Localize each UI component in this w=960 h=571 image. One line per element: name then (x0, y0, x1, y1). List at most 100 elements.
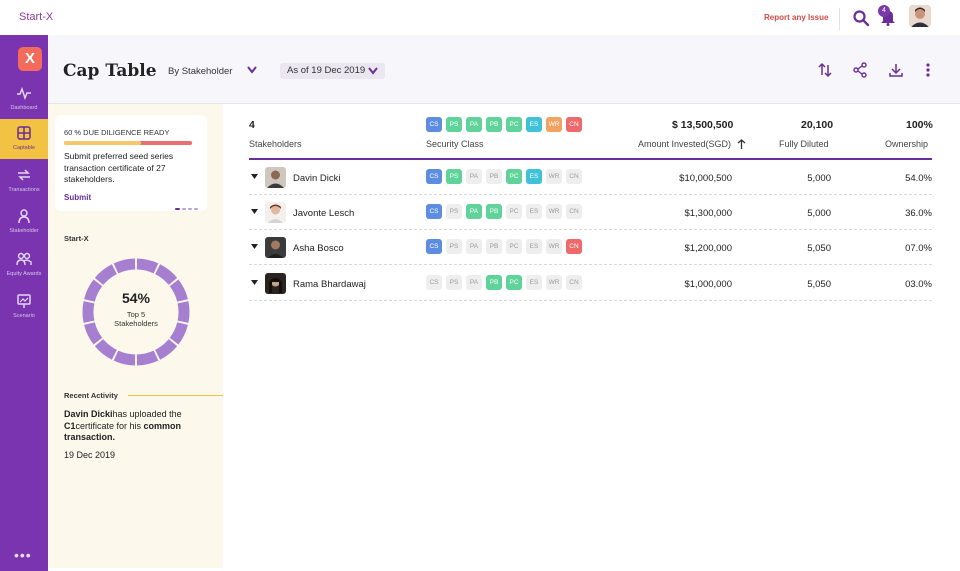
security-class-chip-pb[interactable]: PB (486, 169, 502, 184)
page-title: Cap Table (63, 61, 157, 81)
security-class-legend: CS PS PA PB PC ES WR CN (426, 117, 586, 133)
table-row[interactable]: Javonte Lesch CS PS PA PB PC ES WR CN $1,300,00… (249, 195, 932, 230)
more-options-icon[interactable]: ••• (14, 547, 32, 563)
sidebar-item-scenario[interactable]: Scenario (0, 287, 48, 327)
donut-label-line: Stakeholders (114, 319, 158, 328)
security-class-chip-pb[interactable]: PB (486, 275, 502, 290)
security-class-chip-cn[interactable]: CN (566, 239, 582, 254)
due-diligence-progress (64, 141, 192, 145)
security-class-chip-pc[interactable]: PC (506, 117, 522, 132)
sidebar-item-equity-awards[interactable]: Equity Awards (0, 245, 48, 285)
avatar (265, 167, 286, 188)
chevron-down-icon[interactable] (367, 66, 379, 76)
security-class-chip-wr[interactable]: WR (546, 275, 562, 290)
security-class-chip-pa[interactable]: PA (466, 239, 482, 254)
security-class-chip-pa[interactable]: PA (466, 169, 482, 184)
sort-arrow-icon[interactable] (737, 139, 746, 149)
security-class-chip-wr[interactable]: WR (546, 204, 562, 219)
table-row[interactable]: Rama Bhardawaj CS PS PA PB PC ES WR CN $1,000,0… (249, 266, 932, 301)
search-icon[interactable] (852, 9, 870, 27)
security-class-chip-wr[interactable]: WR (546, 117, 562, 132)
app-logo[interactable]: X (18, 47, 42, 71)
submit-button[interactable]: Submit (64, 193, 91, 202)
share-icon[interactable] (852, 62, 868, 78)
security-class-chip-pc[interactable]: PC (506, 239, 522, 254)
report-issue-link[interactable]: Report any Issue (764, 13, 828, 22)
security-class-chip-ps[interactable]: PS (446, 204, 462, 219)
expand-caret-icon[interactable] (251, 209, 258, 214)
expand-caret-icon[interactable] (251, 244, 258, 249)
avatar (265, 202, 286, 223)
security-class-chip-es[interactable]: ES (526, 169, 542, 184)
security-class-chip-wr[interactable]: WR (546, 239, 562, 254)
security-class-chip-pb[interactable]: PB (486, 117, 502, 132)
security-class-chip-es[interactable]: ES (526, 239, 542, 254)
sidebar-item-transactions[interactable]: Transactions (0, 161, 48, 201)
security-class-chip-es[interactable]: ES (526, 275, 542, 290)
security-class-chip-pb[interactable]: PB (486, 204, 502, 219)
stakeholders-header[interactable]: Stakeholders (249, 139, 302, 149)
due-diligence-card: 60 % DUE DILIGENCE READY Submit preferre… (55, 115, 207, 211)
security-class-chip-wr[interactable]: WR (546, 169, 562, 184)
sidebar-item-label: Transactions (8, 187, 40, 193)
security-class-chip-ps[interactable]: PS (446, 275, 462, 290)
ownership-header[interactable]: Ownership (885, 139, 928, 149)
sort-icon[interactable] (817, 62, 833, 78)
presentation-icon (17, 294, 31, 308)
security-class-chip-cn[interactable]: CN (566, 117, 582, 132)
security-class-chip-cs[interactable]: CS (426, 169, 442, 184)
security-class-chip-es[interactable]: ES (526, 204, 542, 219)
stakeholder-name[interactable]: Davin Dicki (293, 173, 341, 184)
stakeholder-name[interactable]: Rama Bhardawaj (293, 279, 366, 290)
fully-diluted-header[interactable]: Fully Diluted (779, 139, 829, 149)
sidebar-item-label: Scenario (13, 313, 35, 319)
security-class-chip-cs[interactable]: CS (426, 117, 442, 132)
security-class-chip-pa[interactable]: PA (466, 275, 482, 290)
security-class-chip-cs[interactable]: CS (426, 204, 442, 219)
group-by-select[interactable]: By Stakeholder (168, 66, 232, 77)
security-class-chip-ps[interactable]: PS (446, 117, 462, 132)
stakeholder-name[interactable]: Javonte Lesch (293, 208, 354, 219)
amount-invested: $10,000,500 (679, 173, 732, 184)
brand-name: Start-X (19, 11, 54, 23)
security-class-chip-cn[interactable]: CN (566, 275, 582, 290)
security-class-chip-pa[interactable]: PA (466, 204, 482, 219)
security-class-chip-pc[interactable]: PC (506, 204, 522, 219)
expand-caret-icon[interactable] (251, 280, 258, 285)
security-class-chip-cs[interactable]: CS (426, 275, 442, 290)
sidebar-item-stakeholder[interactable]: Stakeholder (0, 202, 48, 242)
security-class-chip-ps[interactable]: PS (446, 239, 462, 254)
donut-segment (94, 338, 118, 360)
download-icon[interactable] (888, 62, 904, 78)
security-class-chip-pa[interactable]: PA (466, 117, 482, 132)
activity-actor[interactable]: Davin Dicki (64, 409, 113, 419)
table-row[interactable]: Davin Dicki CS PS PA PB PC ES WR CN $10,000,500… (249, 160, 932, 195)
security-class-chip-ps[interactable]: PS (446, 169, 462, 184)
security-class-chip-pc[interactable]: PC (506, 275, 522, 290)
sidebar-item-label: Dashboard (10, 105, 38, 111)
more-vertical-icon[interactable] (920, 62, 936, 78)
recent-activity-title: Recent Activity (64, 391, 118, 400)
security-class-chip-cs[interactable]: CS (426, 239, 442, 254)
security-class-chip-es[interactable]: ES (526, 117, 542, 132)
page-header: Cap Table By Stakeholder As of 19 Dec 20… (48, 35, 960, 104)
security-class-chip-cn[interactable]: CN (566, 169, 582, 184)
stakeholder-name[interactable]: Asha Bosco (293, 243, 344, 254)
security-class-chip-cn[interactable]: CN (566, 204, 582, 219)
security-class-chips: CS PS PA PB PC ES WR CN (426, 275, 586, 291)
sidebar-item-captable[interactable]: Captable (0, 119, 48, 159)
expand-caret-icon[interactable] (251, 174, 258, 179)
chevron-down-icon[interactable] (246, 65, 258, 75)
ownership: 07.0% (905, 243, 932, 254)
carousel-dots[interactable] (175, 197, 203, 210)
fully-diluted: 5,000 (807, 173, 831, 184)
sidebar-item-dashboard[interactable]: Dashboard (0, 79, 48, 119)
security-class-chip-pc[interactable]: PC (506, 169, 522, 184)
fully-diluted: 5,000 (807, 208, 831, 219)
security-class-header[interactable]: Security Class (426, 139, 484, 149)
amount-header[interactable]: Amount Invested(SGD) (638, 139, 731, 149)
activity-text: has uploaded the (112, 409, 182, 419)
security-class-chip-pb[interactable]: PB (486, 239, 502, 254)
user-avatar[interactable] (909, 5, 931, 27)
table-row[interactable]: Asha Bosco CS PS PA PB PC ES WR CN $1,200,000 5… (249, 230, 932, 265)
